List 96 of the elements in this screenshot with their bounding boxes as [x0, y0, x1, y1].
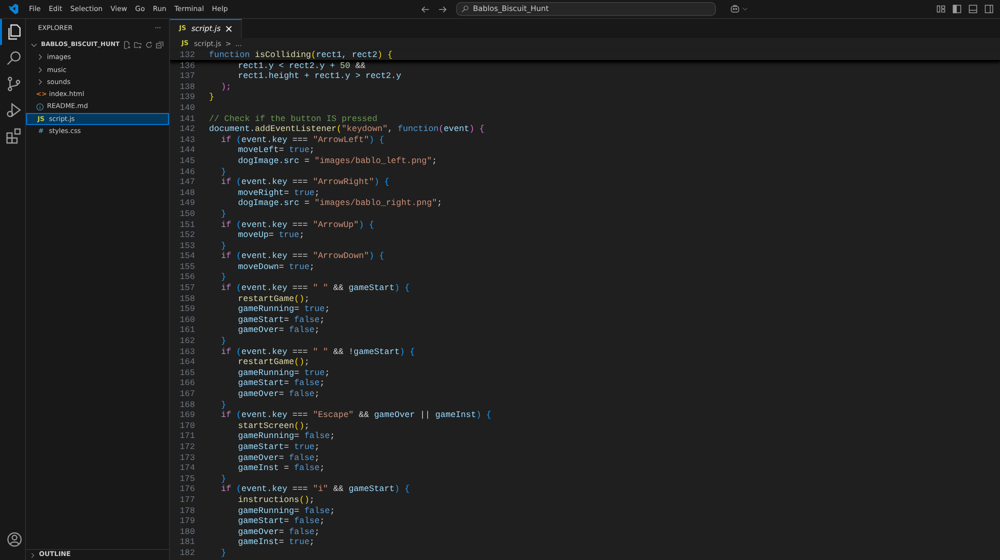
line-number: 142 — [178, 124, 195, 135]
line-number: 143 — [178, 134, 195, 146]
code-line: gameRunning= false; — [237, 506, 335, 516]
code-line: if (event.key === "ArrowLeft") { — [220, 134, 384, 145]
code-line: } — [209, 92, 214, 102]
code-line: moveDown= true; — [237, 262, 315, 272]
line-number: 181 — [178, 537, 195, 548]
line-number: 150 — [178, 208, 195, 220]
line-number: 151 — [178, 220, 195, 230]
line-number: 146 — [178, 166, 195, 178]
line-number: 152 — [178, 230, 195, 241]
code-line: restartGame(); — [237, 294, 310, 304]
close-tab-button[interactable]: × — [224, 22, 233, 36]
code-line: gameStart= false; — [237, 378, 325, 388]
code-line: rect1.y < rect2.y + 50 && — [237, 60, 366, 71]
code-line: gameInst = false; — [237, 463, 325, 474]
code-line: gameStart= true; — [237, 442, 320, 452]
code-line: gameOver= false; — [237, 389, 320, 399]
line-number: 147 — [178, 177, 195, 188]
line-number: 144 — [178, 145, 195, 156]
line-number: 167 — [178, 389, 195, 400]
code-line: } — [220, 208, 226, 219]
line-number: 139 — [178, 92, 195, 103]
code-line: if (event.key === "ArrowRight") { — [220, 177, 390, 188]
line-number: 164 — [178, 357, 195, 368]
code-line: } — [220, 548, 226, 558]
code-line: restartGame(); — [237, 357, 310, 368]
line-number: 145 — [178, 156, 195, 167]
code-line: ); — [220, 82, 232, 92]
code-line: moveLeft= true; — [237, 145, 315, 156]
line-number: 141 — [178, 114, 195, 124]
code-line: moveRight= true; — [237, 188, 320, 198]
line-number: 148 — [178, 188, 195, 198]
line-number: 155 — [178, 262, 195, 272]
code-line: gameStart= false; — [237, 314, 325, 325]
line-number: 161 — [178, 325, 195, 336]
line-number: 149 — [178, 198, 195, 209]
code-line: gameOver= false; — [237, 452, 320, 463]
code-line: } — [220, 272, 226, 282]
code-line: if (event.key === "ArrowDown") { — [220, 251, 384, 262]
line-number: 153 — [178, 240, 195, 252]
line-number: 156 — [178, 272, 195, 284]
line-number: 176 — [178, 484, 195, 495]
line-number: 182 — [178, 548, 195, 558]
code-line: // Check if the button IS pressed — [209, 114, 378, 124]
code-line: startScreen(); — [237, 420, 310, 431]
line-number: 172 — [178, 442, 195, 453]
line-number: 169 — [178, 410, 195, 421]
code-line: } — [220, 240, 226, 251]
code-line: rect1.height + rect1.y > rect2.y — [237, 71, 402, 82]
line-number: 157 — [178, 283, 195, 294]
line-number: 173 — [178, 452, 195, 464]
code-line: gameStart= false; — [237, 516, 325, 526]
line-number: 168 — [178, 400, 195, 410]
line-number: 177 — [178, 494, 195, 506]
code-line: } — [220, 400, 226, 410]
code-line: if (event.key === " " && gameStart) { — [220, 283, 410, 294]
code-line: gameRunning= false; — [237, 431, 335, 442]
line-number: 159 — [178, 304, 195, 315]
line-number: 170 — [178, 420, 195, 432]
code-line: gameRunning= true; — [237, 304, 330, 314]
code-line: if (event.key === " " && !gameStart) { — [220, 346, 415, 357]
line-number: 171 — [178, 431, 195, 442]
code-line: document.addEventListener("keydown", function(event) { — [209, 124, 485, 134]
code-line: instructions(); — [237, 494, 315, 505]
line-number: 154 — [178, 251, 195, 262]
line-number: 137 — [178, 71, 195, 82]
line-number: 180 — [178, 526, 195, 538]
line-number: 165 — [178, 368, 195, 378]
line-number: 162 — [178, 336, 195, 347]
code-line: moveUp= true; — [237, 230, 304, 240]
code-line: function isColliding(rect1, rect2) { — [209, 50, 393, 60]
line-number: 140 — [178, 102, 195, 114]
line-number: 138 — [178, 82, 195, 92]
code-line: gameInst= true; — [237, 537, 315, 548]
code-line: } — [220, 336, 226, 346]
line-number: 179 — [178, 516, 195, 527]
line-number: 166 — [178, 378, 195, 389]
line-number: 158 — [178, 294, 195, 304]
code-line: gameRunning= true; — [237, 368, 330, 378]
line-number: 132 — [178, 50, 195, 61]
line-number: 178 — [178, 506, 195, 516]
code-line: gameOver= false; — [237, 325, 320, 336]
code-line: dogImage.src = "images/bablo_right.png"; — [237, 198, 442, 208]
code-line: if (event.key === "i" && gameStart) { — [220, 484, 410, 494]
line-number: 163 — [178, 346, 195, 358]
code-line: dogImage.src = "images/bablo_left.png"; — [237, 156, 437, 166]
line-number: 136 — [178, 60, 195, 72]
code-line: gameOver= false; — [237, 526, 320, 537]
code-line: } — [220, 474, 226, 484]
code-line: if (event.key === "Escape" && gameOver || gameInst) { — [220, 410, 492, 420]
line-number: 174 — [178, 463, 195, 474]
code-line: } — [220, 166, 226, 177]
code-line: if (event.key === "ArrowUp") { — [220, 220, 374, 230]
line-number: 160 — [178, 314, 195, 326]
line-number: 175 — [178, 474, 195, 484]
